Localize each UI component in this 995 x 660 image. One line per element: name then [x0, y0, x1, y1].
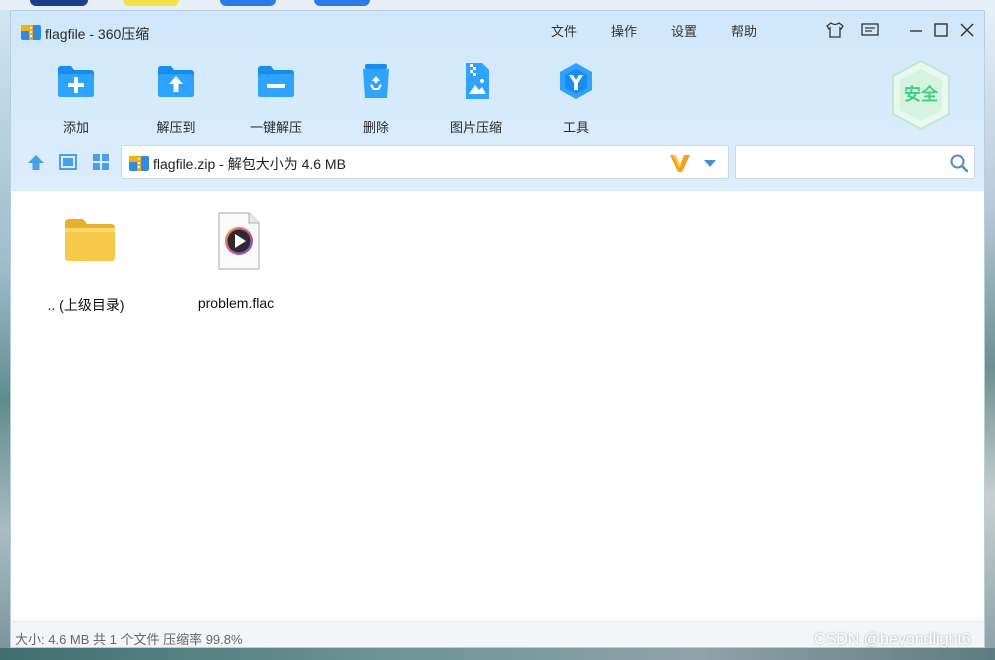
desktop-background	[985, 10, 995, 660]
watermark: CSDN @beyondlight6	[814, 631, 971, 648]
up-arrow-icon[interactable]	[25, 152, 47, 172]
security-badge[interactable]: 安全	[889, 59, 953, 131]
file-name: .. (上级目录)	[47, 297, 125, 313]
archive-icon	[129, 156, 149, 171]
desktop-background	[0, 648, 995, 660]
menu-item-file[interactable]: 文件	[551, 21, 577, 40]
tools-label: 工具	[562, 120, 589, 135]
feedback-icon[interactable]	[860, 21, 880, 39]
recycle-bin-icon	[363, 64, 389, 98]
search-box[interactable]	[735, 145, 975, 179]
search-icon[interactable]	[949, 153, 969, 173]
extract-to-label: 解压到	[156, 120, 196, 135]
desktop-shortcut[interactable]	[314, 0, 370, 6]
vip-icon[interactable]	[669, 153, 691, 173]
search-input[interactable]	[742, 152, 942, 172]
list-view-icon[interactable]	[58, 153, 78, 171]
skin-icon[interactable]	[825, 21, 845, 39]
add-label: 添加	[62, 120, 89, 135]
one-click-extract-button[interactable]: 一键解压	[236, 61, 316, 141]
close-icon[interactable]	[957, 21, 977, 39]
file-name: problem.flac	[197, 295, 275, 311]
parent-directory-item[interactable]: .. (上级目录)	[21, 211, 151, 321]
image-compress-icon	[466, 63, 489, 99]
maximize-icon[interactable]	[931, 21, 951, 39]
minimize-icon[interactable]	[906, 21, 926, 39]
image-compress-label: 图片压缩	[449, 120, 502, 135]
menu-item-settings[interactable]: 设置	[671, 21, 697, 40]
header: flagfile - 360压缩 文件 操作 设置 帮助 添加 解压到 一键解压…	[11, 11, 984, 191]
chevron-down-icon[interactable]	[702, 157, 718, 169]
one-click-extract-label: 一键解压	[249, 120, 302, 135]
desktop-background	[0, 10, 10, 660]
archive-icon	[21, 25, 41, 40]
window-title: flagfile - 360压缩	[45, 26, 150, 42]
tools-button[interactable]: 工具	[536, 61, 616, 141]
one-click-extract-icon	[258, 66, 294, 97]
delete-label: 删除	[362, 120, 389, 135]
menu-item-operation[interactable]: 操作	[611, 21, 637, 40]
extract-to-icon	[158, 66, 194, 97]
desktop-strip	[0, 0, 995, 10]
desktop-shortcut[interactable]	[220, 0, 276, 6]
desktop-shortcut[interactable]	[123, 0, 179, 6]
desktop-shortcut[interactable]	[30, 0, 88, 6]
menu-item-help[interactable]: 帮助	[731, 21, 757, 40]
extract-to-button[interactable]: 解压到	[136, 61, 216, 141]
grid-view-icon[interactable]	[91, 153, 111, 171]
menu-bar: 文件 操作 设置 帮助	[551, 21, 781, 41]
app-window: flagfile - 360压缩 文件 操作 设置 帮助 添加 解压到 一键解压…	[10, 10, 985, 648]
status-text: 大小: 4.6 MB 共 1 个文件 压缩率 99.8%	[15, 632, 243, 647]
image-compress-button[interactable]: 图片压缩	[436, 61, 516, 141]
path-bar[interactable]: flagfile.zip - 解包大小为 4.6 MB	[121, 145, 729, 179]
tools-icon	[560, 63, 592, 99]
path-text: flagfile.zip - 解包大小为 4.6 MB	[153, 156, 346, 172]
add-button[interactable]: 添加	[36, 61, 116, 141]
add-folder-icon	[58, 66, 94, 97]
audio-file-icon	[218, 212, 260, 270]
file-item[interactable]: problem.flac	[171, 211, 301, 321]
delete-button[interactable]: 删除	[336, 61, 416, 141]
folder-icon	[65, 219, 115, 261]
security-badge-label: 安全	[904, 84, 939, 105]
